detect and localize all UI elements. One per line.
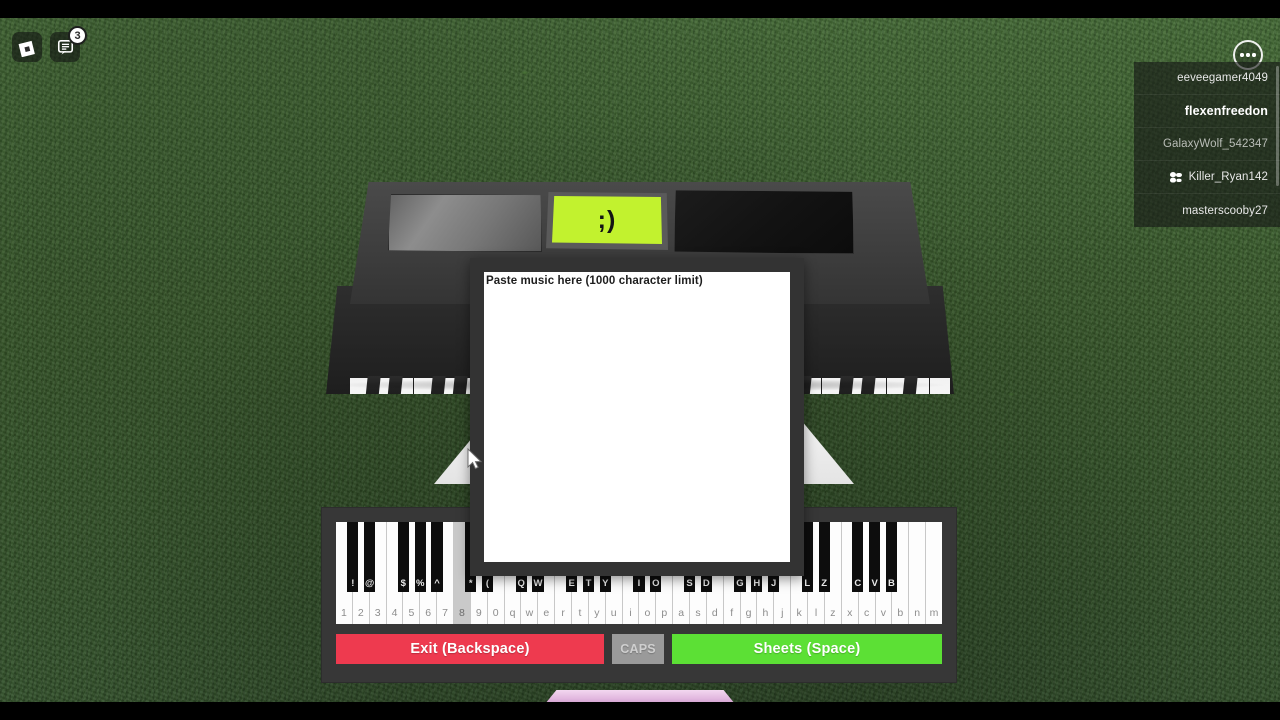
white-key-label: a	[678, 606, 685, 619]
dot-icon	[1246, 53, 1250, 57]
white-key-label: p	[661, 606, 668, 619]
white-key-x[interactable]: x	[841, 522, 859, 624]
piano-right-panel	[674, 190, 854, 254]
roblox-menu-button[interactable]	[12, 32, 42, 62]
dot-icon	[1240, 53, 1244, 57]
white-key-label: z	[830, 606, 836, 619]
white-key-7[interactable]: 7	[437, 522, 455, 624]
player-list-item[interactable]: GalaxyWolf_542347	[1134, 128, 1280, 161]
white-key-z[interactable]: z	[824, 522, 842, 624]
player-list-item[interactable]: flexenfreedon	[1134, 95, 1280, 128]
white-key-label: c	[863, 606, 870, 619]
player-name: eeveegamer4049	[1177, 72, 1268, 84]
white-key-5[interactable]: 5	[403, 522, 421, 624]
white-key-label: k	[796, 606, 802, 619]
white-key-label: y	[594, 606, 600, 619]
sheets-button[interactable]: Sheets (Space)	[672, 634, 942, 664]
white-key-4[interactable]: 4	[386, 522, 404, 624]
player-list-item[interactable]: masterscooby27	[1134, 194, 1280, 227]
player-name: flexenfreedon	[1184, 104, 1268, 118]
white-key-1[interactable]: 1	[336, 522, 353, 624]
mouse-cursor	[467, 448, 483, 470]
player-list-item[interactable]: Killer_Ryan142	[1134, 161, 1280, 194]
white-key-label: 8	[459, 606, 465, 619]
white-key-label: q	[509, 606, 516, 619]
white-key-v[interactable]: v	[875, 522, 893, 624]
white-key-label: 2	[357, 606, 364, 619]
white-key-label: b	[897, 606, 904, 619]
white-key-label: m	[929, 606, 939, 619]
white-key-label: v	[880, 606, 887, 619]
player-list-item[interactable]: eeveegamer4049	[1134, 62, 1280, 95]
white-key-label: t	[578, 606, 582, 619]
roblox-topbar: 3	[0, 18, 1280, 70]
piano-lcd-text: ;)	[597, 205, 617, 234]
paste-music-dialog: Paste music here (1000 character limit)	[470, 258, 804, 576]
white-key-n[interactable]: n	[909, 522, 927, 624]
white-key-label: x	[847, 606, 853, 619]
piano-control-row: Exit (Backspace) CAPS Sheets (Space)	[336, 634, 942, 664]
white-key-l[interactable]: l	[808, 522, 825, 624]
player-name: GalaxyWolf_542347	[1162, 138, 1268, 150]
white-key-label: 7	[442, 606, 448, 619]
white-key-label: 1	[341, 606, 347, 619]
white-key-label: e	[543, 606, 550, 619]
white-key-label: s	[695, 606, 701, 619]
white-key-label: u	[610, 606, 617, 619]
white-key-label: 9	[475, 606, 482, 619]
player-list[interactable]: eeveegamer4049 flexenfreedon GalaxyWolf_54…	[1134, 62, 1280, 227]
white-key-2[interactable]: 2	[352, 522, 370, 624]
white-key-label: 3	[374, 606, 381, 619]
roblox-logo-icon	[18, 40, 35, 57]
white-key-label: g	[745, 606, 752, 619]
white-key-label: d	[711, 606, 718, 619]
white-key-label: r	[561, 606, 565, 619]
white-key-label: 5	[408, 606, 415, 619]
white-key-label: j	[781, 606, 784, 619]
letterbox-bottom	[0, 702, 1280, 720]
piano-lcd-display: ;)	[552, 196, 662, 244]
player-name: masterscooby27	[1182, 204, 1268, 217]
exit-button[interactable]: Exit (Backspace)	[336, 634, 604, 664]
white-key-label: i	[629, 606, 632, 619]
paste-music-label: Paste music here (1000 character limit)	[486, 275, 703, 287]
white-key-6[interactable]: 6	[420, 522, 438, 624]
piano-speaker-grille	[388, 194, 542, 252]
white-key-label: 4	[391, 606, 398, 619]
dot-icon	[1252, 53, 1256, 57]
caps-button[interactable]: CAPS	[612, 634, 664, 664]
white-key-label: l	[814, 606, 818, 619]
player-name: Killer_Ryan142	[1188, 171, 1268, 183]
white-key-label: f	[730, 606, 734, 619]
white-key-label: 0	[492, 606, 499, 619]
paste-music-textarea[interactable]	[484, 272, 790, 562]
friends-icon	[1169, 171, 1184, 183]
white-key-label: 6	[425, 606, 432, 619]
white-key-b[interactable]: b	[892, 522, 910, 624]
white-key-3[interactable]: 3	[369, 522, 387, 624]
white-key-8[interactable]: 8	[454, 522, 471, 624]
white-key-label: h	[762, 606, 769, 619]
white-key-label: o	[644, 606, 651, 619]
white-key-label: n	[914, 606, 921, 619]
letterbox-top	[0, 0, 1280, 18]
white-key-label: w	[525, 606, 534, 619]
chat-unread-badge: 3	[68, 26, 87, 45]
white-key-c[interactable]: c	[858, 522, 876, 624]
white-key-m[interactable]: m	[926, 522, 942, 624]
game-screen: ;) 1234567890qwertyuiopasdfghjklzxcvbnm …	[0, 0, 1280, 720]
